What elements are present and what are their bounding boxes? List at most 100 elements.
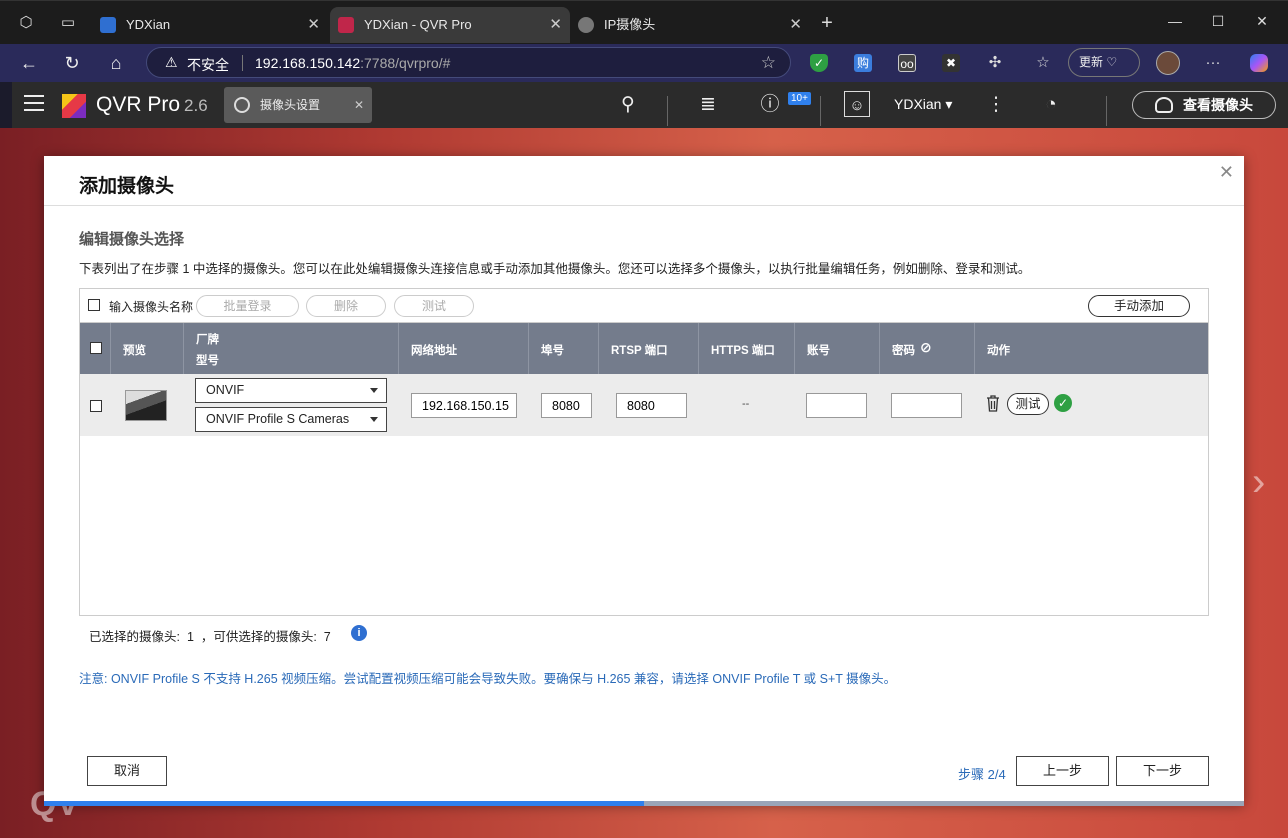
camera-settings-tab[interactable]: 摄像头设置 ✕ [224, 87, 372, 123]
tab-actions-icon[interactable]: ▭ [56, 11, 80, 35]
close-tab-icon[interactable]: ✕ [549, 7, 562, 43]
cancel-button[interactable]: 取消 [87, 756, 167, 786]
test-row-button[interactable]: 测试 [1007, 393, 1049, 415]
port-input[interactable] [541, 393, 592, 418]
available-label: ，可供选择的摄像头: [200, 630, 317, 644]
table-toolbar: 输入摄像头名称 批量登录 删除 测试 手动添加 [79, 288, 1209, 323]
success-check-icon: ✓ [1054, 394, 1072, 412]
header-label: 埠号 [541, 345, 564, 357]
maximize-icon[interactable]: ☐ [1208, 13, 1228, 30]
select-all-checkbox[interactable] [90, 342, 102, 354]
brand-select[interactable]: ONVIF [195, 378, 387, 403]
workspaces-icon[interactable]: ⬡ [14, 11, 38, 35]
caret-down-icon [370, 388, 378, 393]
header-label: 网络地址 [411, 345, 457, 357]
browser-tab-ip-camera[interactable]: IP摄像头 ✕ [570, 7, 810, 43]
browser-toolbar: ← ↻ ⌂ ⚠ 不安全 192.168.150.142:7788/qvrpro/… [0, 44, 1288, 82]
selection-count: 已选择的摄像头: 1 ，可供选择的摄像头: 7 [89, 626, 331, 645]
eye-slash-icon[interactable]: ⊘ [920, 339, 932, 356]
view-cameras-button[interactable]: 查看摄像头 [1132, 91, 1276, 119]
update-button[interactable]: 更新 ♡ [1068, 48, 1140, 77]
next-step-button[interactable]: 下一步 [1116, 756, 1209, 786]
batch-login-button[interactable]: 批量登录 [196, 295, 299, 317]
copilot-icon[interactable] [1250, 54, 1268, 72]
media-extension-icon[interactable]: oo [898, 54, 916, 72]
username: YDXian [894, 96, 942, 112]
model-value: ONVIF Profile S Cameras [206, 412, 350, 426]
dashboard-gauge-icon[interactable]: ◔ [1037, 91, 1065, 119]
insecure-label[interactable]: 不安全 [187, 55, 229, 75]
rtsp-port-input[interactable] [616, 393, 687, 418]
caret-down-icon: ▾ [945, 96, 953, 112]
close-tab-icon[interactable]: ✕ [307, 7, 320, 43]
camera-icon [1155, 97, 1173, 113]
header-label: RTSP 端口 [611, 345, 668, 357]
address-bar[interactable]: ⚠ 不安全 192.168.150.142:7788/qvrpro/# ☆ [146, 47, 791, 78]
hamburger-menu-icon[interactable] [24, 95, 44, 111]
warning-icon[interactable]: ⚠ [165, 54, 178, 71]
search-icon[interactable]: ⚲ [614, 91, 642, 119]
camera-name-checkbox[interactable] [88, 299, 100, 311]
row-checkbox[interactable] [90, 400, 102, 412]
next-slide-chevron-icon[interactable]: › [1252, 460, 1265, 505]
home-icon[interactable]: ⌂ [104, 51, 128, 75]
close-tab-icon[interactable]: ✕ [789, 7, 802, 43]
header-rtsp-port: RTSP 端口 [599, 323, 699, 374]
shopping-extension-icon[interactable]: 购 [854, 54, 872, 72]
password-input[interactable] [891, 393, 962, 418]
url-host: 192.168.150.142 [255, 55, 361, 71]
qvr-favicon-icon [338, 17, 354, 33]
url-text[interactable]: 192.168.150.142:7788/qvrpro/# [255, 55, 450, 71]
event-log-icon[interactable]: ≣ [694, 91, 722, 119]
test-all-button[interactable]: 测试 [394, 295, 474, 317]
table-row: ONVIF ONVIF Profile S Cameras -- 测试 ✓ [80, 374, 1208, 436]
app-brand: QVR Pro 2.6 [96, 93, 208, 117]
header-label: 型号 [196, 355, 219, 367]
back-icon[interactable]: ← [17, 51, 41, 75]
close-tab-icon[interactable]: ✕ [354, 87, 364, 123]
close-window-icon[interactable]: ✕ [1252, 13, 1272, 30]
header-action: 动作 [975, 323, 1208, 374]
info-icon[interactable]: i [351, 625, 367, 641]
separator [242, 55, 243, 71]
browser-tab-qvr-pro[interactable]: YDXian - QVR Pro ✕ [330, 7, 570, 43]
favorite-star-icon[interactable]: ☆ [761, 53, 776, 73]
header-select-all-cell [80, 323, 111, 374]
address-input[interactable] [411, 393, 517, 418]
tab-title: IP摄像头 [604, 17, 656, 32]
trash-icon[interactable] [986, 394, 1000, 412]
dialog-title: 添加摄像头 [79, 176, 175, 197]
delete-button[interactable]: 删除 [306, 295, 386, 317]
header-label: HTTPS 端口 [711, 345, 775, 357]
profile-avatar[interactable] [1156, 51, 1180, 75]
new-tab-icon[interactable]: + [815, 11, 839, 35]
favorites-icon[interactable]: ☆ [1034, 54, 1052, 72]
extensions-puzzle-icon[interactable]: ✣ [986, 54, 1004, 72]
browser-tab-ydxian[interactable]: YDXian ✕ [92, 7, 328, 43]
username-dropdown[interactable]: YDXian ▾ [894, 96, 952, 113]
heart-icon: ♡ [1106, 55, 1118, 69]
more-vertical-icon[interactable]: ⋮ [982, 91, 1010, 119]
header-label: 动作 [987, 345, 1010, 357]
close-dialog-icon[interactable]: ✕ [1219, 162, 1234, 183]
model-select[interactable]: ONVIF Profile S Cameras [195, 407, 387, 432]
manual-add-button[interactable]: 手动添加 [1088, 295, 1190, 317]
notification-info-icon[interactable]: ⓘ [756, 91, 784, 119]
grid-extension-icon[interactable]: ✖ [942, 54, 960, 72]
refresh-icon[interactable]: ↻ [60, 51, 84, 75]
qnap-favicon-icon [100, 17, 116, 33]
previous-step-button[interactable]: 上一步 [1016, 756, 1109, 786]
minimize-icon[interactable]: — [1165, 13, 1185, 29]
more-menu-icon[interactable]: ··· [1204, 54, 1222, 72]
header-https-port: HTTPS 端口 [699, 323, 795, 374]
user-avatar-icon[interactable]: ☺ [844, 91, 870, 117]
header-label: 预览 [123, 345, 146, 357]
tab-label: 摄像头设置 [260, 98, 321, 112]
add-camera-dialog: 添加摄像头 ✕ 编辑摄像头选择 下表列出了在步骤 1 中选择的摄像头。您可以在此… [44, 156, 1244, 806]
wizard-progress-bar [44, 801, 1244, 806]
account-input[interactable] [806, 393, 867, 418]
view-cameras-label: 查看摄像头 [1183, 97, 1253, 113]
shield-extension-icon[interactable]: ✓ [810, 54, 828, 72]
tab-title: YDXian - QVR Pro [364, 17, 472, 32]
section-title: 编辑摄像头选择 [79, 231, 185, 248]
